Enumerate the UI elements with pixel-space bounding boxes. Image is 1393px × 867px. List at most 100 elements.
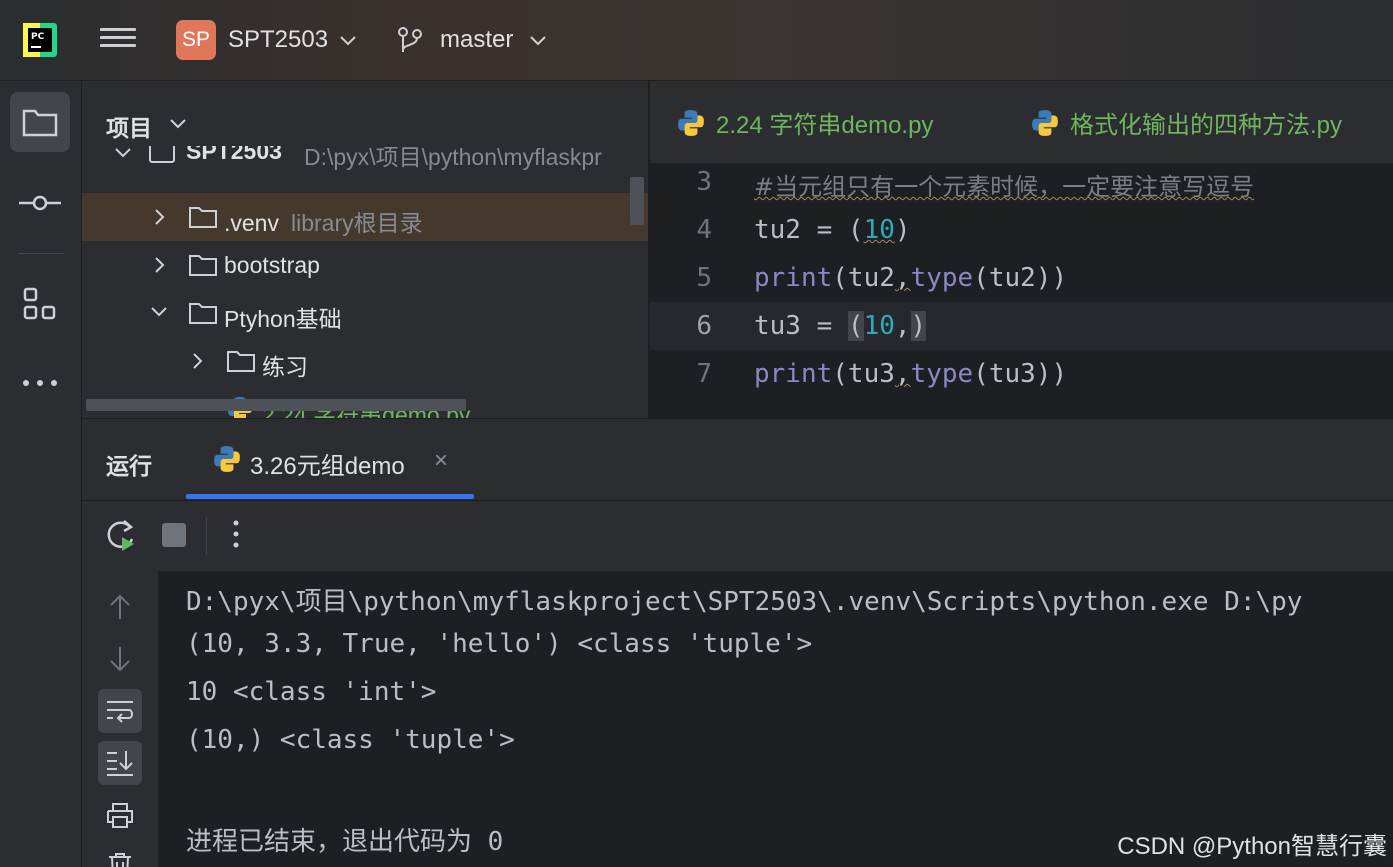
editor-tab-bar: 2.24 字符串demo.py 格式化输出的四种方法.py — [650, 81, 1393, 164]
python-file-icon — [214, 446, 240, 472]
trash-icon — [109, 853, 131, 867]
module-icon — [149, 146, 175, 163]
editor-tab-1[interactable]: 2.24 字符串demo.py — [676, 105, 933, 140]
editor-tab-label: 2.24 字符串demo.py — [716, 112, 934, 139]
code-token: , — [894, 359, 911, 389]
project-tool-button[interactable] — [10, 92, 70, 152]
chevron-down-icon[interactable] — [528, 30, 548, 50]
watermark: CSDN @Python智慧行囊 — [1117, 833, 1387, 860]
console-output[interactable]: D:\pyx\项目\python\myflaskproject\SPT2503\… — [158, 571, 1393, 867]
more-icon[interactable] — [232, 519, 240, 549]
code-token: (tu2)) — [973, 263, 1068, 293]
code-token: ) — [910, 311, 927, 341]
code-token: , — [894, 311, 911, 341]
rerun-icon[interactable] — [106, 519, 138, 553]
output-line: (10,) <class 'tuple'> — [186, 725, 515, 755]
run-tab[interactable]: 3.26元组demo × — [186, 419, 474, 501]
editor-tab-2[interactable]: 格式化输出的四种方法.py — [1030, 105, 1342, 140]
print-icon — [107, 803, 133, 828]
tree-item-root[interactable]: SPT2503 D:\pyx\项目\python\myflaskpr — [82, 146, 648, 186]
code-token: (tu3 — [832, 359, 895, 389]
folder-icon — [189, 255, 217, 276]
tree-item-ptyhon[interactable]: Ptyhon基础 — [82, 289, 648, 337]
tree-root-path: D:\pyx\项目\python\myflaskpr — [304, 146, 602, 170]
scroll-to-end-icon — [107, 751, 133, 776]
code-token: tu3 = — [754, 311, 848, 341]
code-token: ) — [894, 215, 911, 245]
tree-item-label: Ptyhon基础 — [224, 306, 342, 332]
code-keyword: print — [754, 359, 833, 389]
code-token: tu2 = ( — [754, 215, 864, 245]
tree-item-hint: library根目录 — [290, 210, 423, 236]
folder-icon — [189, 207, 217, 228]
close-icon[interactable]: × — [434, 447, 448, 475]
arrow-down-icon — [110, 647, 130, 672]
code-token: , — [894, 263, 911, 293]
run-panel: 运行 3.26元组demo × D:\pyx\项目\python\myflask… — [82, 418, 1393, 867]
soft-wrap-button[interactable] — [98, 689, 142, 733]
output-line: (10, 3.3, True, 'hello') <class 'tuple'> — [186, 629, 813, 659]
more-tools-button[interactable] — [10, 353, 70, 413]
output-line: 进程已结束，退出代码为 0 — [186, 827, 504, 857]
stop-icon[interactable] — [162, 523, 186, 547]
tree-item-lianxi[interactable]: 练习 — [82, 337, 648, 385]
code-line-3: 3 #当元组只有一个元素时候，一定要注意写逗号 — [650, 158, 1393, 206]
code-number: 10 — [863, 215, 895, 245]
chevron-down-icon — [115, 148, 131, 158]
project-panel-title[interactable]: 项目 — [106, 109, 152, 143]
line-number: 7 — [696, 359, 712, 389]
svg-text:PC: PC — [31, 32, 45, 42]
structure-tool-button[interactable] — [10, 274, 70, 334]
tree-horizontal-scrollbar[interactable] — [86, 399, 466, 411]
folder-icon — [22, 109, 58, 137]
soft-wrap-icon — [107, 701, 133, 723]
clear-all-button[interactable] — [98, 843, 142, 867]
console-side-toolbar — [82, 571, 158, 867]
code-number: 10 — [863, 311, 895, 341]
toolbar-divider — [206, 517, 207, 555]
scroll-to-end-button[interactable] — [98, 741, 142, 785]
code-comment: #当元组只有一个元素时候，一定要注意写逗号 — [754, 173, 1255, 201]
project-switcher[interactable]: SPT2503 — [228, 26, 328, 54]
code-line-6: 6 tu3 = (10,) — [650, 302, 1393, 350]
commit-tool-button[interactable] — [10, 173, 70, 233]
python-file-icon — [1032, 109, 1058, 136]
code-line-7: 7 print(tu3,type(tu3)) — [650, 350, 1393, 398]
previous-occurrence-button[interactable] — [98, 585, 142, 629]
code-line-5: 5 print(tu2,type(tu2)) — [650, 254, 1393, 302]
code-keyword: type — [910, 359, 974, 389]
commit-icon — [19, 195, 61, 211]
chevron-down-icon[interactable] — [168, 117, 188, 131]
code-token: (tu2 — [832, 263, 895, 293]
line-number: 4 — [696, 215, 712, 245]
tool-window-strip — [0, 81, 82, 867]
main-menu-button[interactable] — [100, 24, 136, 56]
structure-icon — [23, 287, 56, 320]
code-line-4: 4 tu2 = (10) — [650, 206, 1393, 254]
project-panel: 项目 SPT2503 D:\pyx\项目\python\myflaskpr .v… — [82, 81, 648, 418]
code-keyword: print — [754, 263, 833, 293]
chevron-down-icon — [151, 307, 167, 317]
line-number: 3 — [696, 167, 712, 197]
next-occurrence-button[interactable] — [98, 637, 142, 681]
run-panel-title: 运行 — [106, 453, 152, 479]
run-tab-label: 3.26元组demo — [250, 453, 405, 480]
project-badge[interactable]: SP — [176, 20, 216, 60]
python-file-icon — [678, 109, 704, 136]
branch-switcher[interactable]: master — [440, 26, 513, 54]
tree-vertical-scrollbar[interactable] — [630, 177, 644, 225]
line-number: 6 — [696, 311, 712, 341]
print-button[interactable] — [98, 793, 142, 837]
chevron-down-icon[interactable] — [338, 30, 358, 50]
menu-icon — [100, 28, 136, 31]
output-line: D:\pyx\项目\python\myflaskproject\SPT2503\… — [186, 587, 1303, 617]
pycharm-logo-icon[interactable]: PC — [22, 22, 58, 58]
folder-icon — [189, 303, 217, 324]
editor-tab-label: 格式化输出的四种方法.py — [1070, 112, 1343, 139]
arrow-up-icon — [110, 594, 130, 619]
tree-item-bootstrap[interactable]: bootstrap — [82, 241, 648, 289]
code-area[interactable]: 3 #当元组只有一个元素时候，一定要注意写逗号 4 tu2 = (10) 5 p… — [650, 164, 1393, 418]
code-token: (tu3)) — [973, 359, 1068, 389]
tree-item-venv[interactable]: .venv library根目录 — [82, 193, 648, 241]
tree-item-label: .venv — [224, 210, 279, 236]
